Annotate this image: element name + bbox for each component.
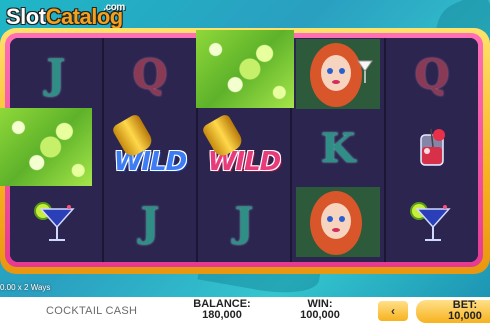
symbol-j: J [198, 186, 290, 258]
symbol-q: Q [104, 38, 196, 110]
letter-k-text: K [320, 124, 356, 172]
letter-j-text: J [46, 50, 66, 98]
symbol-j: J [10, 38, 102, 110]
win-value: 100,000 [300, 309, 340, 321]
letter-q-text: Q [132, 50, 168, 98]
letter-j-text: J [234, 198, 254, 246]
lady-icon [296, 187, 380, 257]
strawberry-glass-icon [420, 128, 445, 166]
symbol-wild: WILD [104, 112, 196, 184]
lady-icon [296, 39, 380, 109]
bet-decrease-button[interactable]: ‹ [378, 301, 408, 321]
cocktail-glass-icon [410, 202, 451, 241]
symbol-j: J [104, 186, 196, 258]
logo-com-text: .com [103, 2, 125, 13]
symbol-cocktail-glass [10, 186, 102, 258]
cocktail-glass-icon [34, 202, 75, 241]
letter-j-text: J [140, 198, 160, 246]
symbol-q: Q [386, 38, 478, 110]
balance-value: 180,000 [202, 309, 242, 321]
lime-wild-symbol [196, 30, 294, 108]
letter-q-text: Q [414, 50, 450, 98]
symbol-cocktail-glass [386, 186, 478, 258]
symbol-wild: WILD [198, 112, 290, 184]
logo-slot-text: Slot [6, 4, 46, 29]
game-title: COCKTAIL CASH [46, 305, 138, 317]
bet-value: 10,000 [448, 310, 482, 322]
symbol-lady [292, 38, 384, 110]
symbol-k: K [292, 112, 384, 184]
ways-text: 0.00 x 2 Ways [0, 283, 51, 292]
symbol-lady [292, 186, 384, 258]
slotcatalog-logo: SlotCatalog .com [6, 2, 125, 30]
chevron-left-icon: ‹ [391, 304, 395, 318]
lime-wild-symbol [0, 108, 92, 186]
symbol-strawberry-glass [386, 112, 478, 184]
